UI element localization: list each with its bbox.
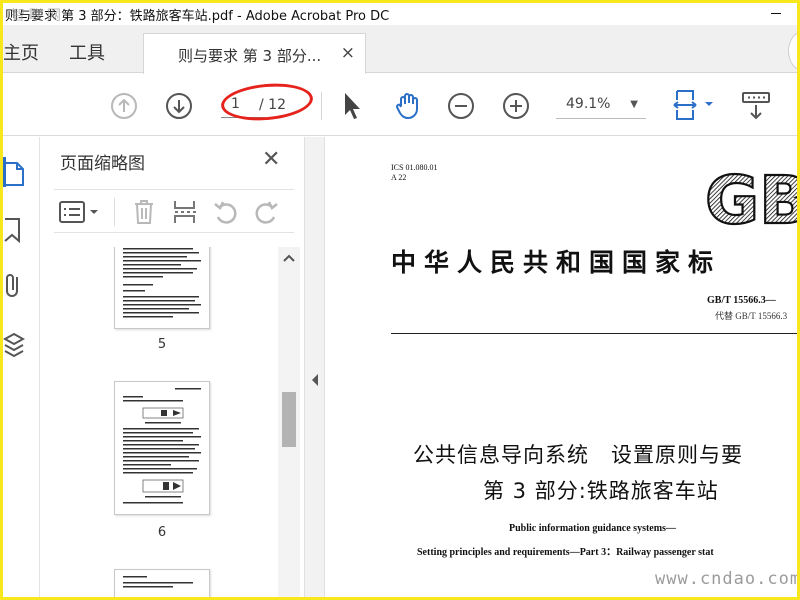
- document-view[interactable]: ICS 01.080.01 A 22 GB 中华人民共和国国家标 GB/T 15…: [325, 137, 797, 597]
- minus-circle-icon: [448, 93, 474, 119]
- zoom-in-button[interactable]: [502, 92, 530, 120]
- header-rule: [391, 333, 797, 334]
- next-page-button[interactable]: [165, 92, 193, 120]
- panel-divider: [114, 198, 115, 226]
- options-menu-icon[interactable]: [58, 200, 102, 224]
- scrollbar-thumb[interactable]: [282, 392, 296, 447]
- panel-collapse-handle[interactable]: [304, 137, 325, 597]
- page-thumbnails-icon[interactable]: [3, 161, 25, 187]
- zoom-value: 49.1%: [566, 96, 611, 112]
- tab-bar: 主页 工具 则与要求 第 3 部分... ×: [3, 25, 797, 74]
- page-thumbnails-panel: 页面缩略图 ✕ 5 6: [39, 137, 304, 597]
- page-preview-image: [123, 248, 201, 318]
- ics-code: ICS 01.080.01 A 22: [391, 163, 437, 183]
- arrow-up-circle-icon: [111, 93, 137, 119]
- panel-toolbar: [54, 189, 294, 233]
- cursor-arrow-icon: [345, 93, 360, 119]
- thumbnail-label: 6: [157, 525, 167, 540]
- minimize-button[interactable]: [771, 13, 781, 14]
- tab-document[interactable]: 则与要求 第 3 部分... ×: [143, 33, 366, 74]
- arrow-down-circle-icon: [166, 93, 192, 119]
- acrobat-window: 则与要求 第 3 部分：铁路旅客车站.pdf - Adobe Acrobat P…: [3, 3, 797, 597]
- standard-number: GB/T 15566.3—: [707, 295, 776, 306]
- thumbnail-scrollbar[interactable]: [278, 247, 300, 597]
- rotate-left-icon[interactable]: [212, 199, 240, 225]
- hand-tool-button[interactable]: [393, 90, 423, 120]
- chevron-up-icon[interactable]: [283, 253, 295, 263]
- rotate-right-icon[interactable]: [252, 199, 280, 225]
- site-watermark: www.cndao.com: [655, 569, 797, 589]
- panel-title: 页面缩略图: [60, 154, 145, 174]
- new-tab-button[interactable]: [788, 31, 797, 71]
- layers-icon[interactable]: [3, 331, 25, 359]
- previous-page-button[interactable]: [110, 92, 138, 120]
- replaces-standard: 代替 GB/T 15566.3: [715, 311, 788, 321]
- chevron-down-icon: ▼: [630, 99, 638, 110]
- tab-document-label: 则与要求 第 3 部分...: [178, 47, 322, 65]
- toolbar: 1 / 12 49.1% ▼: [3, 74, 797, 136]
- toolbar-divider: [321, 92, 322, 120]
- bookmark-icon[interactable]: [3, 217, 23, 243]
- keyboard-tool-button[interactable]: [741, 90, 771, 122]
- english-title-line1: Public information guidance systems—: [509, 523, 676, 534]
- thumbnail-page-5[interactable]: [114, 247, 210, 329]
- panel-close-button[interactable]: ✕: [262, 147, 280, 172]
- thumbnail-label: 5: [157, 337, 167, 352]
- tab-home[interactable]: 主页: [3, 39, 39, 65]
- left-tool-strip: [3, 137, 39, 597]
- paperclip-icon[interactable]: [3, 271, 23, 299]
- watermark-logo: 智联网: [11, 8, 65, 24]
- national-standard-heading: 中华人民共和国国家标: [391, 248, 722, 277]
- tab-tools[interactable]: 工具: [69, 39, 105, 65]
- thumbnail-page-6[interactable]: [114, 381, 210, 515]
- gb-logo-text: GB: [705, 167, 797, 229]
- thumbnail-page-7[interactable]: [114, 569, 210, 597]
- insert-page-icon[interactable]: [172, 199, 200, 225]
- page-preview-image: [123, 576, 193, 588]
- page-preview-image: [123, 388, 201, 504]
- english-title-line2: Setting principles and requirements—Part…: [417, 547, 714, 558]
- document-title-line1: 公共信息导向系统 设置原则与要: [413, 443, 743, 467]
- trash-icon[interactable]: [132, 199, 156, 225]
- chevron-left-icon: [312, 374, 318, 386]
- gb-logo-image: GB: [704, 167, 797, 229]
- title-bar: 则与要求 第 3 部分：铁路旅客车站.pdf - Adobe Acrobat P…: [3, 3, 797, 25]
- ics-number: ICS 01.080.01: [391, 163, 438, 172]
- fit-width-icon: [673, 90, 713, 120]
- fit-page-button[interactable]: [671, 88, 717, 122]
- zoom-dropdown[interactable]: 49.1% ▼: [556, 91, 646, 119]
- tab-close-button[interactable]: ×: [341, 43, 355, 63]
- thumbnail-list: 5 6: [40, 247, 280, 597]
- select-tool-button[interactable]: [342, 91, 362, 121]
- plus-circle-icon: [503, 93, 529, 119]
- zoom-out-button[interactable]: [447, 92, 475, 120]
- hand-icon: [396, 93, 418, 119]
- document-title-line2: 第 3 部分:铁路旅客车站: [483, 479, 719, 503]
- keyboard-icon: [742, 92, 770, 120]
- ccs-number: A 22: [391, 173, 407, 182]
